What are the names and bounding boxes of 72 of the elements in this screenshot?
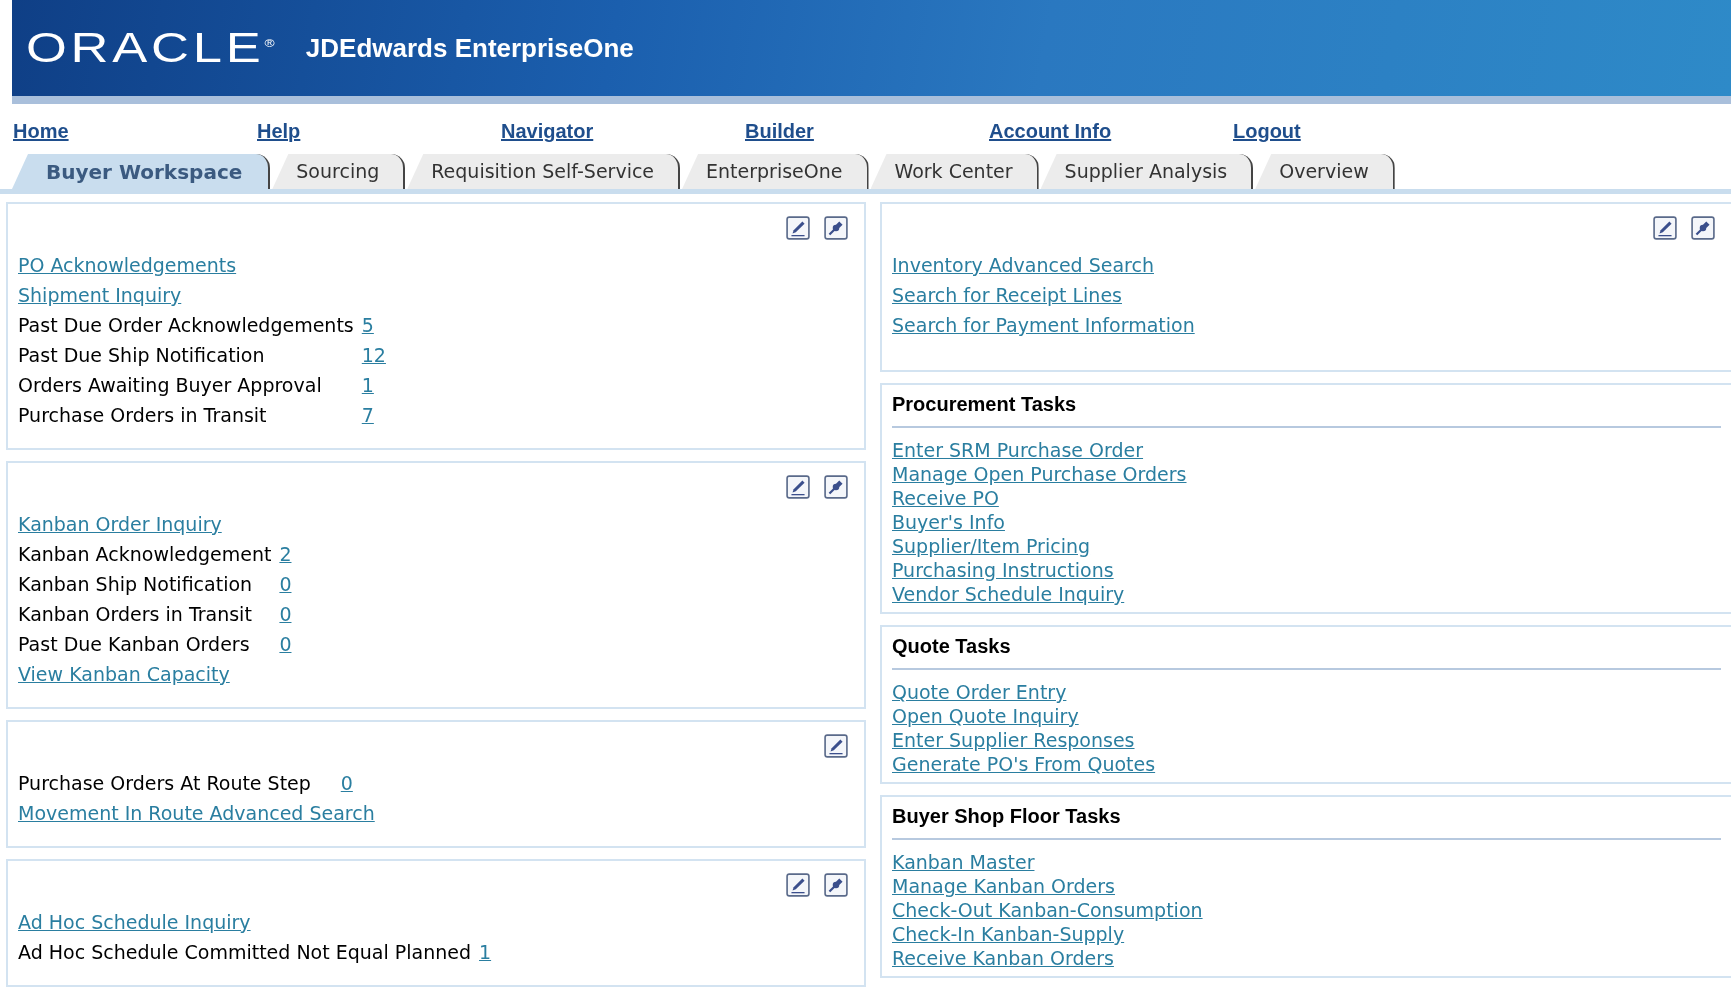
count-link[interactable]: 2 xyxy=(279,539,292,569)
portlet-link[interactable]: Search for Payment Information xyxy=(892,310,1195,340)
tab[interactable]: EnterpriseOne xyxy=(682,154,869,189)
tab[interactable]: Overview xyxy=(1255,154,1395,189)
portlet-link[interactable]: Movement In Route Advanced Search xyxy=(18,798,375,828)
edit-icon[interactable] xyxy=(824,734,848,758)
wrench-icon[interactable] xyxy=(824,216,848,240)
task-link[interactable]: Supplier/Item Pricing xyxy=(892,534,1090,558)
count-link[interactable]: 7 xyxy=(361,400,374,430)
task-link[interactable]: Purchasing Instructions xyxy=(892,558,1114,582)
tab[interactable]: Work Center xyxy=(870,154,1039,189)
tab[interactable]: Buyer Workspace xyxy=(12,154,271,189)
nav-link[interactable]: Account Info xyxy=(989,120,1233,150)
task-link[interactable]: Enter Supplier Responses xyxy=(892,728,1135,752)
metric-label: Purchase Orders At Route Step xyxy=(18,771,312,796)
portlet-link[interactable]: Inventory Advanced Search xyxy=(892,250,1154,280)
count-link[interactable]: 12 xyxy=(361,340,386,370)
task-link[interactable]: Manage Kanban Orders xyxy=(892,874,1115,898)
count-link[interactable]: 1 xyxy=(361,370,374,400)
panel-title: Procurement Tasks xyxy=(892,389,1721,428)
count-link[interactable]: 0 xyxy=(340,768,353,798)
task-link[interactable]: Buyer's Info xyxy=(892,510,1005,534)
panel-title: Quote Tasks xyxy=(892,631,1721,670)
tab[interactable]: Supplier Analysis xyxy=(1040,154,1254,189)
task-link[interactable]: Generate PO's From Quotes xyxy=(892,752,1156,776)
wrench-icon[interactable] xyxy=(824,475,848,499)
task-link[interactable]: Enter SRM Purchase Order xyxy=(892,438,1144,462)
panel-title: Buyer Shop Floor Tasks xyxy=(892,801,1721,840)
portlet-link[interactable]: Shipment Inquiry xyxy=(18,280,182,310)
oracle-logo: ORACLE$^{®}$ xyxy=(26,24,279,72)
metric-label: Past Due Order Acknowledgements xyxy=(18,313,354,338)
edit-icon[interactable] xyxy=(786,216,810,240)
task-link[interactable]: Check-In Kanban-Supply xyxy=(892,922,1125,946)
task-link[interactable]: Manage Open Purchase Orders xyxy=(892,462,1187,486)
task-link[interactable]: Vendor Schedule Inquiry xyxy=(892,582,1125,606)
task-link[interactable]: Kanban Master xyxy=(892,850,1035,874)
edit-icon[interactable] xyxy=(1653,216,1677,240)
metric-label: Kanban Orders in Transit xyxy=(18,602,253,627)
nav-link[interactable]: Help xyxy=(257,120,501,150)
count-link[interactable]: 0 xyxy=(279,569,292,599)
metric-label: Past Due Kanban Orders xyxy=(18,632,251,657)
metric-label: Ad Hoc Schedule Committed Not Equal Planned xyxy=(18,940,471,965)
count-link[interactable]: 0 xyxy=(279,599,292,629)
nav-link[interactable]: Navigator xyxy=(501,120,745,150)
metric-label: Kanban Ship Notification xyxy=(18,572,254,597)
product-name: JDEdwards EnterpriseOne xyxy=(305,32,634,64)
portlet-link[interactable]: PO Acknowledgements xyxy=(18,250,237,280)
task-link[interactable]: Receive Kanban Orders xyxy=(892,946,1114,970)
portlet-link[interactable]: Kanban Order Inquiry xyxy=(18,509,222,539)
nav-link[interactable]: Home xyxy=(13,120,257,150)
wrench-icon[interactable] xyxy=(1691,216,1715,240)
portlet-link[interactable]: Ad Hoc Schedule Inquiry xyxy=(18,907,251,937)
nav-link[interactable]: Builder xyxy=(745,120,989,150)
portlet-link[interactable]: Search for Receipt Lines xyxy=(892,280,1122,310)
count-link[interactable]: 5 xyxy=(361,310,374,340)
task-link[interactable]: Receive PO xyxy=(892,486,999,510)
task-link[interactable]: Check-Out Kanban-Consumption xyxy=(892,898,1203,922)
task-link[interactable]: Quote Order Entry xyxy=(892,680,1067,704)
metric-label: Purchase Orders in Transit xyxy=(18,403,268,428)
tab[interactable]: Sourcing xyxy=(272,154,406,189)
count-link[interactable]: 1 xyxy=(479,937,492,967)
portlet-link[interactable]: View Kanban Capacity xyxy=(18,659,230,689)
wrench-icon[interactable] xyxy=(824,873,848,897)
nav-link[interactable]: Logout xyxy=(1233,120,1477,150)
edit-icon[interactable] xyxy=(786,873,810,897)
metric-label: Kanban Acknowledgement xyxy=(18,542,272,567)
task-link[interactable]: Open Quote Inquiry xyxy=(892,704,1079,728)
tab[interactable]: Requisition Self-Service xyxy=(407,154,681,189)
count-link[interactable]: 0 xyxy=(279,629,292,659)
metric-label: Past Due Ship Notification xyxy=(18,343,266,368)
edit-icon[interactable] xyxy=(786,475,810,499)
metric-label: Orders Awaiting Buyer Approval xyxy=(18,373,323,398)
